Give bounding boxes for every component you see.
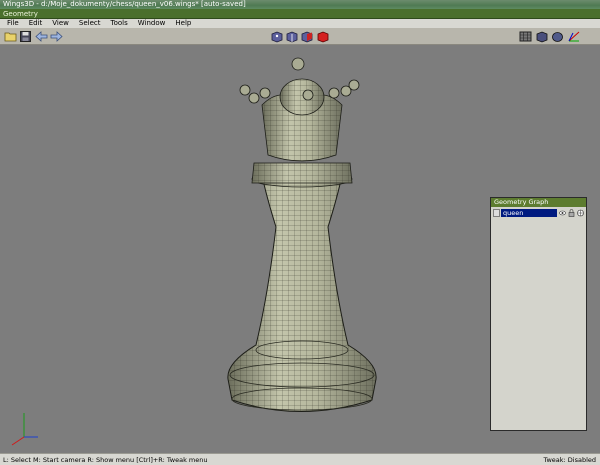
menu-view[interactable]: View (47, 19, 74, 28)
status-mouse-hints: L: Select M: Start camera R: Show menu [… (3, 456, 208, 464)
status-tweak: Tweak: Disabled (543, 456, 596, 464)
lock-icon[interactable] (568, 209, 575, 217)
menu-tools[interactable]: Tools (106, 19, 133, 28)
object-queen[interactable]: queen (501, 209, 557, 217)
open-folder-icon[interactable] (4, 30, 17, 43)
wings3d-window: Wings3D - d:/Moje_dokumenty/chess/queen_… (0, 0, 600, 465)
smooth-view-icon[interactable] (551, 30, 564, 43)
eye-visibility-icon[interactable] (559, 209, 566, 217)
wireframe-toggle-icon[interactable] (577, 209, 584, 217)
menu-edit[interactable]: Edit (24, 19, 48, 28)
face-mode-icon[interactable] (300, 30, 313, 43)
geometry-caption: Geometry (0, 9, 600, 19)
geometry-graph-row[interactable]: queen (492, 209, 585, 218)
menu-select[interactable]: Select (74, 19, 106, 28)
object-icon (493, 209, 500, 217)
menu-window[interactable]: Window (133, 19, 171, 28)
body-mode-icon[interactable] (316, 30, 329, 43)
menu-file[interactable]: File (2, 19, 24, 28)
shaded-view-icon[interactable] (535, 30, 548, 43)
status-bar: L: Select M: Start camera R: Show menu [… (0, 453, 600, 465)
undo-arrow-icon[interactable] (35, 30, 48, 43)
window-titlebar[interactable]: Wings3D - d:/Moje_dokumenty/chess/queen_… (0, 0, 600, 9)
geometry-graph-title: Geometry Graph (491, 198, 586, 207)
geometry-graph-panel: Geometry Graph queen (490, 197, 587, 431)
geometry-caption-label: Geometry (3, 10, 38, 18)
vertex-mode-icon[interactable] (270, 30, 283, 43)
menu-help[interactable]: Help (170, 19, 196, 28)
edge-mode-icon[interactable] (285, 30, 298, 43)
axes-gizmo (11, 413, 38, 446)
save-icon[interactable] (19, 30, 32, 43)
grid-view-icon[interactable] (519, 30, 532, 43)
menu-bar: File Edit View Select Tools Window Help (0, 19, 600, 28)
redo-arrow-icon[interactable] (50, 30, 63, 43)
window-title: Wings3D - d:/Moje_dokumenty/chess/queen_… (3, 0, 246, 8)
toolbar (0, 28, 600, 45)
axes-icon[interactable] (567, 30, 580, 43)
